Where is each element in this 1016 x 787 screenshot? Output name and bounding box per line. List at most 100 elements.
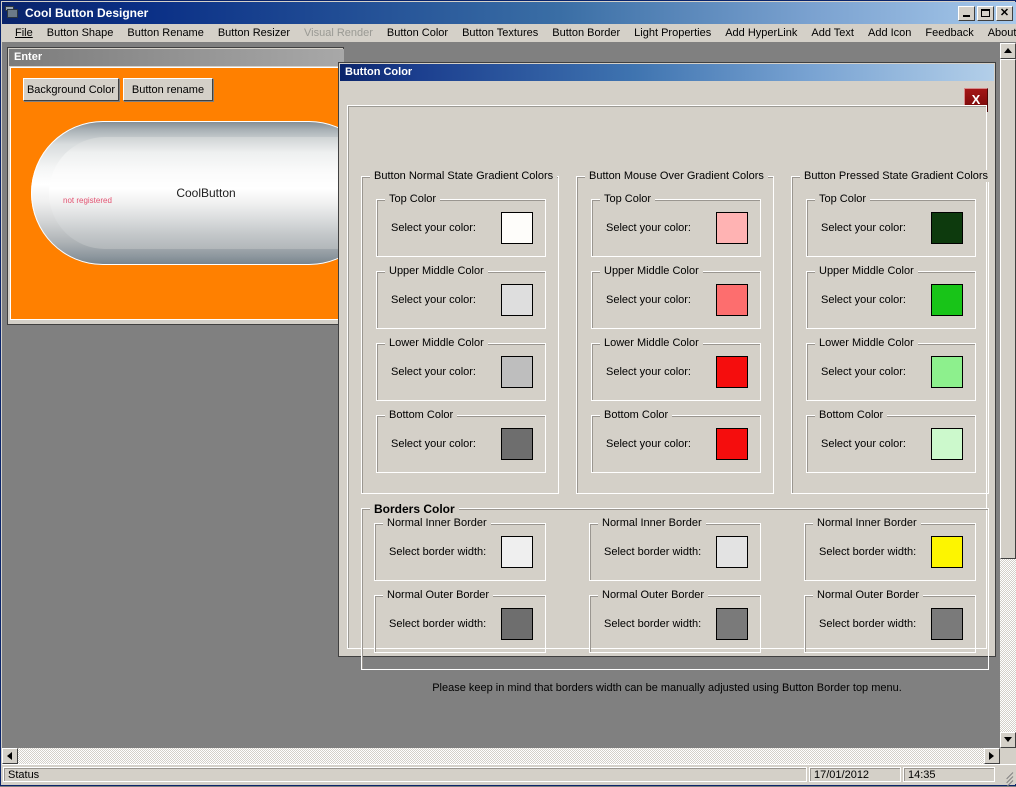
- normal-outer-border-swatch-1[interactable]: [501, 608, 533, 640]
- select-color-label: Select your color:: [606, 366, 691, 378]
- group-pressed-state-gradient: Button Pressed State Gradient Colors Top…: [791, 170, 993, 494]
- preview-canvas: Background Color Button rename CoolButto…: [10, 67, 341, 320]
- minimize-button[interactable]: [958, 5, 975, 21]
- normal-bottom-color-group: Bottom Color Select your color:: [376, 409, 546, 473]
- group-title-pressed-state: Button Pressed State Gradient Colors: [800, 170, 993, 182]
- select-border-width-label: Select border width:: [604, 546, 702, 558]
- normal-lower-middle-color-swatch[interactable]: [501, 356, 533, 388]
- group-normal-state-gradient: Button Normal State Gradient Colors Top …: [361, 170, 559, 494]
- menu-item-add-text[interactable]: Add Text: [804, 26, 861, 40]
- hover-upper-middle-color-group: Upper Middle Color Select your color:: [591, 265, 761, 329]
- menu-item-button-textures[interactable]: Button Textures: [455, 26, 545, 40]
- scroll-right-button[interactable]: [984, 748, 1000, 764]
- normal-inner-border-group-1: Normal Inner Border Select border width:: [374, 517, 546, 581]
- normal-top-color-group: Top Color Select your color:: [376, 193, 546, 257]
- menu-bar: File Button Shape Button Rename Button R…: [2, 24, 1016, 42]
- menu-item-light-properties[interactable]: Light Properties: [627, 26, 718, 40]
- dialog-title-bar: Button Color: [340, 64, 994, 81]
- normal-inner-border-group-3: Normal Inner Border Select border width:: [804, 517, 976, 581]
- window-title-bar: Cool Button Designer ✕: [2, 2, 1016, 24]
- select-color-label: Select your color:: [606, 222, 691, 234]
- normal-inner-border-swatch-1[interactable]: [501, 536, 533, 568]
- select-color-label: Select your color:: [606, 294, 691, 306]
- menu-item-file[interactable]: File: [8, 26, 40, 40]
- normal-bottom-color-swatch[interactable]: [501, 428, 533, 460]
- select-color-label: Select your color:: [391, 438, 476, 450]
- resize-grip-icon[interactable]: [998, 767, 1014, 787]
- group-mouse-over-gradient: Button Mouse Over Gradient Colors Top Co…: [576, 170, 774, 494]
- application-icon: [5, 6, 21, 20]
- menu-item-button-color[interactable]: Button Color: [380, 26, 455, 40]
- pressed-top-color-group: Top Color Select your color:: [806, 193, 976, 257]
- pressed-upper-middle-color-swatch[interactable]: [931, 284, 963, 316]
- pressed-bottom-color-swatch[interactable]: [931, 428, 963, 460]
- scroll-left-button[interactable]: [2, 748, 18, 764]
- hover-lower-middle-color-swatch[interactable]: [716, 356, 748, 388]
- normal-upper-middle-color-swatch[interactable]: [501, 284, 533, 316]
- hover-lower-middle-color-group: Lower Middle Color Select your color:: [591, 337, 761, 401]
- select-border-width-label: Select border width:: [819, 546, 917, 558]
- button-rename-button[interactable]: Button rename: [123, 78, 213, 101]
- borders-column-pressed: Normal Inner Border Select border width:…: [804, 517, 1002, 653]
- select-border-width-label: Select border width:: [389, 546, 487, 558]
- menu-item-button-resizer[interactable]: Button Resizer: [211, 26, 297, 40]
- scroll-up-button[interactable]: [1000, 43, 1016, 59]
- normal-lower-middle-color-group: Lower Middle Color Select your color:: [376, 337, 546, 401]
- select-border-width-label: Select border width:: [604, 618, 702, 630]
- vertical-scroll-thumb[interactable]: [1000, 59, 1016, 559]
- menu-item-button-shape[interactable]: Button Shape: [40, 26, 121, 40]
- menu-item-button-rename[interactable]: Button Rename: [120, 26, 210, 40]
- hover-bottom-color-swatch[interactable]: [716, 428, 748, 460]
- select-color-label: Select your color:: [821, 438, 906, 450]
- group-title-normal-state: Button Normal State Gradient Colors: [370, 170, 558, 182]
- scroll-down-button[interactable]: [1000, 732, 1016, 748]
- hover-top-color-group: Top Color Select your color:: [591, 193, 761, 257]
- hover-bottom-color-group: Bottom Color Select your color:: [591, 409, 761, 473]
- button-preview-window: Enter Background Color Button rename Coo…: [7, 47, 344, 325]
- select-color-label: Select your color:: [606, 438, 691, 450]
- hover-upper-middle-color-swatch[interactable]: [716, 284, 748, 316]
- status-date: 17/01/2012: [809, 767, 901, 782]
- maximize-button[interactable]: [977, 5, 994, 21]
- normal-inner-border-swatch-2[interactable]: [716, 536, 748, 568]
- borders-column-normal: Normal Inner Border Select border width:…: [374, 517, 572, 653]
- select-color-label: Select your color:: [391, 366, 476, 378]
- hover-top-color-swatch[interactable]: [716, 212, 748, 244]
- pressed-upper-middle-color-group: Upper Middle Color Select your color:: [806, 265, 976, 329]
- normal-outer-border-swatch-2[interactable]: [716, 608, 748, 640]
- pressed-bottom-color-group: Bottom Color Select your color:: [806, 409, 976, 473]
- pressed-lower-middle-color-group: Lower Middle Color Select your color:: [806, 337, 976, 401]
- cool-button-preview[interactable]: CoolButton: [31, 121, 340, 265]
- normal-top-color-swatch[interactable]: [501, 212, 533, 244]
- menu-item-visual-render: Visual Render: [304, 27, 373, 39]
- menu-item-add-hyperlink[interactable]: Add HyperLink: [718, 26, 804, 40]
- menu-item-feedback[interactable]: Feedback: [918, 26, 980, 40]
- select-border-width-label: Select border width:: [819, 618, 917, 630]
- window-title: Cool Button Designer: [25, 6, 149, 20]
- dialog-footnote: Please keep in mind that borders width c…: [432, 682, 902, 694]
- not-registered-watermark: not registered: [63, 196, 112, 205]
- background-color-button[interactable]: Background Color: [23, 78, 119, 101]
- select-color-label: Select your color:: [391, 294, 476, 306]
- menu-item-button-border[interactable]: Button Border: [545, 26, 627, 40]
- horizontal-scrollbar[interactable]: [2, 748, 1000, 764]
- normal-inner-border-group-2: Normal Inner Border Select border width:: [589, 517, 761, 581]
- pressed-top-color-swatch[interactable]: [931, 212, 963, 244]
- normal-upper-middle-color-group: Upper Middle Color Select your color:: [376, 265, 546, 329]
- select-color-label: Select your color:: [391, 222, 476, 234]
- vertical-scrollbar[interactable]: [1000, 43, 1016, 748]
- status-message: Status: [3, 767, 807, 782]
- select-color-label: Select your color:: [821, 366, 906, 378]
- status-time: 14:35: [903, 767, 995, 782]
- normal-outer-border-group-2: Normal Outer Border Select border width:: [589, 589, 761, 653]
- group-title-borders-color: Borders Color: [370, 502, 459, 516]
- menu-item-add-icon[interactable]: Add Icon: [861, 26, 918, 40]
- preview-window-title: Enter: [9, 49, 344, 66]
- pressed-lower-middle-color-swatch[interactable]: [931, 356, 963, 388]
- close-button[interactable]: ✕: [996, 5, 1013, 21]
- menu-item-about[interactable]: About: [981, 26, 1016, 40]
- group-title-mouse-over: Button Mouse Over Gradient Colors: [585, 170, 768, 182]
- select-border-width-label: Select border width:: [389, 618, 487, 630]
- normal-inner-border-swatch-3[interactable]: [931, 536, 963, 568]
- normal-outer-border-swatch-3[interactable]: [931, 608, 963, 640]
